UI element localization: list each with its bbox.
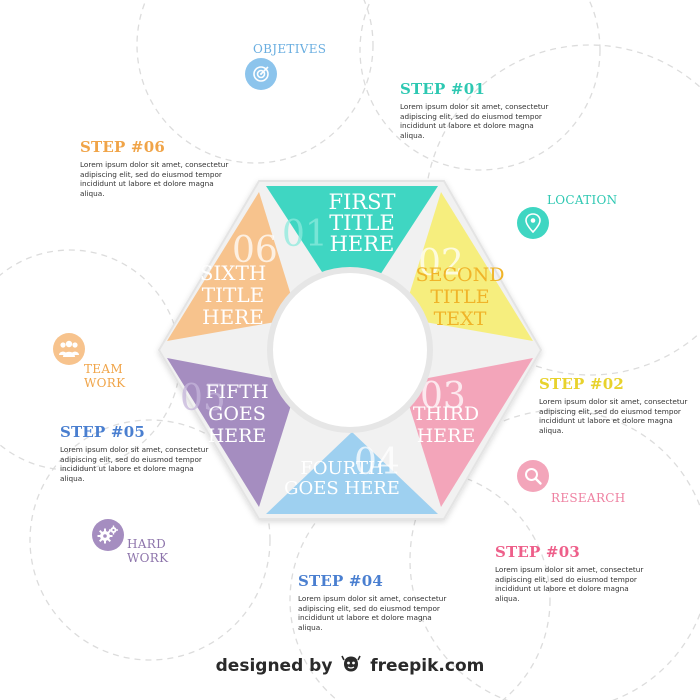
step-05-title: STEP #05	[60, 423, 145, 441]
objectives-icon-badge	[245, 58, 277, 90]
step-04-block: STEP #04 Lorem ipsum dolor sit amet, con…	[298, 572, 448, 632]
step-03-text: Lorem ipsum dolor sit amet, consectetur …	[495, 565, 644, 603]
team-icon	[59, 340, 79, 357]
gears-icon	[97, 525, 118, 544]
step-06-text: Lorem ipsum dolor sit amet, consectetur …	[80, 160, 229, 198]
hard-work-label-line1: HARD	[127, 537, 166, 551]
segment-01-number: 01	[282, 214, 328, 255]
search-icon	[525, 468, 542, 485]
segment-04-title-line: GOES HERE	[284, 478, 400, 499]
step-01-text: Lorem ipsum dolor sit amet, consectetur …	[400, 102, 549, 140]
step-03-block: STEP #03 Lorem ipsum dolor sit amet, con…	[495, 543, 645, 603]
segment-02-title-line: TEXT	[434, 308, 487, 330]
attribution-footer: designed by freepik.com	[0, 655, 700, 676]
objectives-label: OBJETIVES	[253, 42, 327, 56]
step-02-title: STEP #02	[539, 375, 624, 393]
hard-work-icon-badge	[92, 519, 124, 551]
step-04-text: Lorem ipsum dolor sit amet, consectetur …	[298, 594, 447, 632]
segment-01-title-line: HERE	[330, 232, 395, 256]
segment-06-title: SIXTH TITLE HERE	[200, 261, 267, 329]
hard-work-label-line2: WORK	[127, 551, 169, 565]
location-icon-badge	[517, 207, 549, 239]
target-icon	[253, 66, 269, 82]
step-01-title: STEP #01	[400, 80, 485, 98]
research-label: RESEARCH	[551, 491, 626, 505]
segment-04-title: FOURTH GOES HERE	[284, 458, 400, 499]
segment-02-title-line: TITLE	[430, 286, 489, 308]
team-work-label-line1: TEAM	[84, 362, 123, 376]
segment-05-title-line: FIFTH	[205, 381, 268, 403]
team-work-icon-badge	[53, 333, 85, 365]
location-label: LOCATION	[547, 193, 618, 207]
segment-01-title: FIRST TITLE HERE	[328, 190, 395, 256]
segment-03-title-line: THIRD	[413, 403, 479, 425]
step-03-title: STEP #03	[495, 543, 580, 561]
map-pin-icon	[525, 213, 541, 233]
segment-03-title: THIRD HERE	[413, 403, 479, 447]
step-06-block: STEP #06 Lorem ipsum dolor sit amet, con…	[80, 138, 230, 198]
segment-05-title: FIFTH GOES HERE	[205, 381, 268, 447]
hard-work-label: HARD WORK	[127, 537, 168, 565]
segment-06-title-line: HERE	[202, 305, 264, 329]
step-04-title: STEP #04	[298, 572, 383, 590]
segment-04-title-line: FOURTH	[300, 458, 383, 479]
segment-05-title-line: GOES	[208, 403, 266, 425]
research-icon-badge	[517, 460, 549, 492]
footer-prefix: designed by	[215, 656, 333, 676]
footer-brand: freepik.com	[370, 656, 485, 676]
segment-02-title-line: SECOND	[416, 264, 505, 286]
segment-06-title-line: TITLE	[202, 283, 264, 307]
step-02-text: Lorem ipsum dolor sit amet, consectetur …	[539, 397, 688, 435]
freepik-logo-icon	[341, 655, 362, 672]
team-work-label-line2: WORK	[84, 376, 126, 390]
step-06-title: STEP #06	[80, 138, 165, 156]
segment-05-title-line: HERE	[208, 425, 267, 447]
team-work-label: TEAM WORK	[84, 362, 125, 390]
segment-06-title-line: SIXTH	[200, 261, 267, 285]
step-02-block: STEP #02 Lorem ipsum dolor sit amet, con…	[539, 375, 689, 435]
segment-03-title-line: HERE	[417, 425, 476, 447]
step-05-block: STEP #05 Lorem ipsum dolor sit amet, con…	[60, 423, 210, 483]
hexagon-center	[267, 267, 433, 433]
step-01-block: STEP #01 Lorem ipsum dolor sit amet, con…	[400, 80, 550, 140]
step-05-text: Lorem ipsum dolor sit amet, consectetur …	[60, 445, 209, 483]
